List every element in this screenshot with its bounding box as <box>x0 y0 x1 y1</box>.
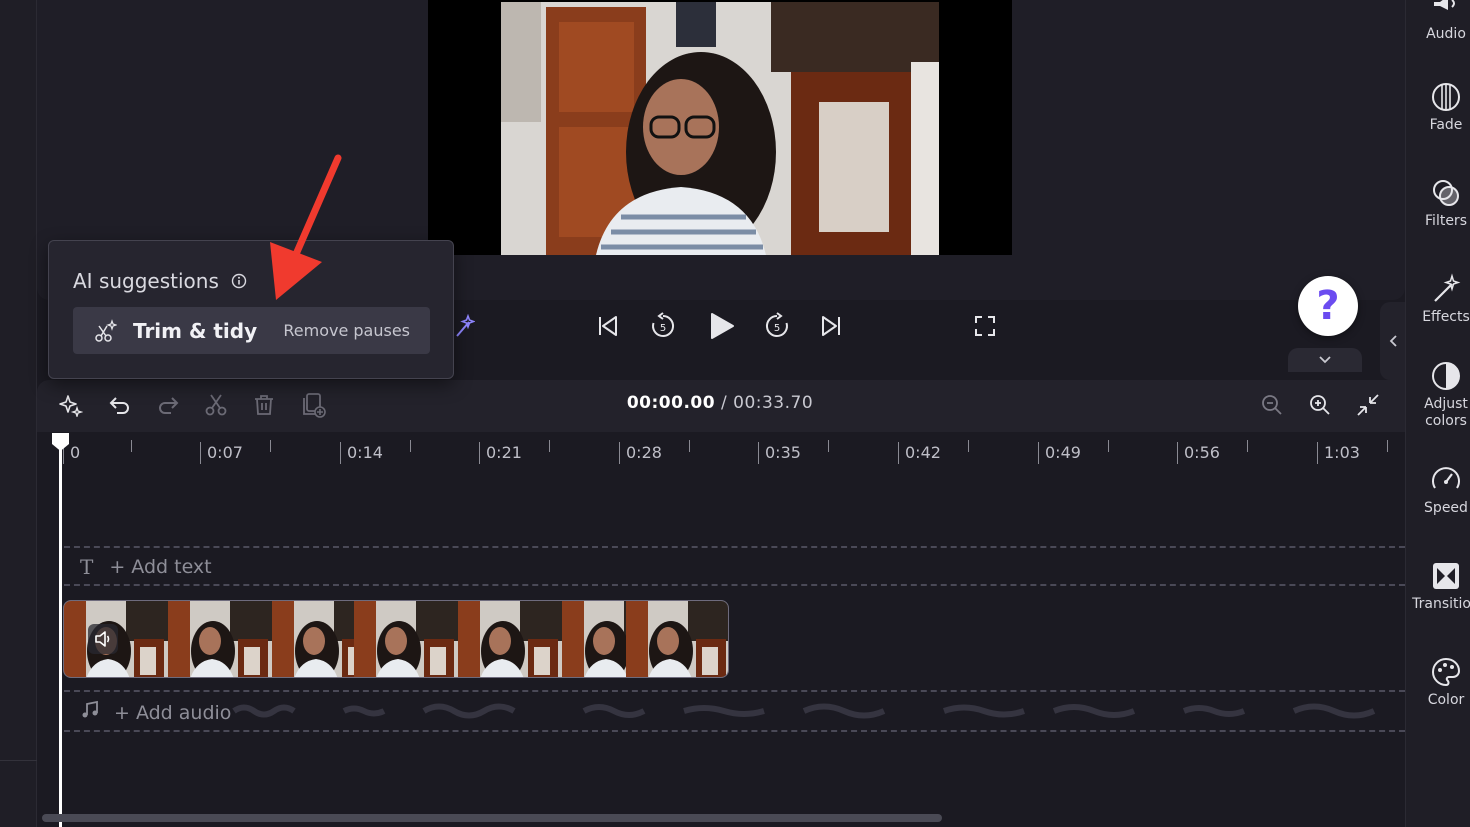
playhead[interactable] <box>59 434 62 827</box>
rewind-icon: 5 <box>652 312 675 337</box>
info-icon[interactable] <box>231 273 247 289</box>
speaker-icon <box>95 631 110 647</box>
add-audio-label: + Add audio <box>114 701 232 724</box>
transition-icon <box>1433 563 1459 589</box>
skip-to-end-button[interactable] <box>815 310 847 342</box>
collapse-arrows-icon <box>1357 394 1379 416</box>
undo-button[interactable] <box>104 389 136 421</box>
property-panel-toggle[interactable] <box>1380 302 1405 380</box>
fit-timeline-button[interactable] <box>1352 389 1384 421</box>
fullscreen-icon <box>975 316 995 336</box>
time-separator: / <box>715 393 734 413</box>
panel-audio[interactable]: Audio <box>1406 0 1470 43</box>
rewind-5-button[interactable]: 5 <box>647 310 679 342</box>
video-preview[interactable] <box>428 0 1012 255</box>
panel-color[interactable]: Color <box>1406 656 1470 709</box>
timeline-horizontal-scrollbar[interactable] <box>42 814 942 822</box>
add-text-label: + Add text <box>109 556 212 578</box>
panel-effects[interactable]: Effects <box>1406 273 1470 326</box>
delete-button[interactable] <box>248 389 280 421</box>
trim-and-tidy-label: Trim & tidy <box>133 318 258 343</box>
skip-to-start-button[interactable] <box>592 310 624 342</box>
ruler-label: 0:56 <box>1177 442 1220 464</box>
timecode-display: 00:00.00 / 00:33.70 <box>560 393 880 413</box>
ruler-label: 0:49 <box>1038 442 1081 464</box>
svg-text:5: 5 <box>660 323 666 334</box>
panel-speed[interactable]: Speed <box>1406 464 1470 517</box>
fullscreen-button[interactable] <box>969 310 1001 342</box>
property-panel: Audio Fade Filters Effects Adjust colors… <box>1405 0 1470 827</box>
question-mark-icon: ? <box>1316 283 1340 329</box>
add-text-button[interactable]: T + Add text <box>80 555 212 579</box>
panel-adjust-colors[interactable]: Adjust colors <box>1406 360 1470 430</box>
zoom-in-icon <box>1310 395 1330 415</box>
video-frame-image <box>501 2 939 255</box>
help-button[interactable]: ? <box>1298 276 1358 336</box>
ai-magic-button[interactable] <box>55 389 87 421</box>
panel-transition[interactable]: Transition <box>1406 560 1470 613</box>
ruler-label: 0:28 <box>619 442 662 464</box>
add-audio-button[interactable]: + Add audio <box>80 700 231 725</box>
clipchamp-editor: 5 5 ? 00:00.00 / 00:33.70 0 0:07 0:14 0:… <box>0 0 1470 827</box>
text-track[interactable] <box>64 546 1405 586</box>
speed-icon <box>1432 467 1460 489</box>
sparkle-scissors-icon <box>95 318 117 342</box>
color-icon <box>1432 657 1461 687</box>
redo-button[interactable] <box>152 389 184 421</box>
zoom-out-icon <box>1262 395 1282 415</box>
redo-icon <box>159 397 179 414</box>
forward-icon: 5 <box>765 312 788 337</box>
audio-waveform-placeholder <box>232 703 1376 719</box>
play-icon <box>711 313 734 339</box>
undo-icon <box>109 397 129 414</box>
ai-suggestions-popup: AI suggestions Trim & tidy Remove pauses <box>48 240 454 379</box>
panel-fade[interactable]: Fade <box>1406 81 1470 134</box>
panel-filters[interactable]: Filters <box>1406 177 1470 230</box>
ai-suggestions-title: AI suggestions <box>73 269 219 293</box>
clip-thumbnails <box>64 601 728 677</box>
ruler-label: 0:42 <box>898 442 941 464</box>
effects-icon <box>1434 273 1461 302</box>
ruler-label: 0:14 <box>340 442 383 464</box>
adjust-colors-icon <box>1432 362 1460 390</box>
music-note-icon <box>80 700 100 725</box>
trim-and-tidy-button[interactable]: Trim & tidy Remove pauses <box>73 307 430 354</box>
play-button[interactable] <box>705 310 737 342</box>
text-icon: T <box>80 555 94 579</box>
scissors-icon <box>205 394 227 416</box>
forward-5-button[interactable]: 5 <box>761 310 793 342</box>
split-button[interactable] <box>200 389 232 421</box>
chevron-down-icon <box>1319 356 1331 364</box>
video-clip[interactable] <box>63 600 729 678</box>
chevron-left-icon <box>1389 335 1397 347</box>
trash-icon <box>255 395 273 415</box>
skip-to-start-icon <box>599 316 617 336</box>
sparkle-icon <box>59 395 83 417</box>
duplicate-button[interactable] <box>298 389 330 421</box>
zoom-out-button[interactable] <box>1256 389 1288 421</box>
filters-icon <box>1433 180 1459 206</box>
skip-to-end-icon <box>822 316 840 336</box>
clip-volume-button[interactable] <box>88 624 118 654</box>
zoom-in-button[interactable] <box>1304 389 1336 421</box>
fade-icon <box>1432 83 1460 111</box>
annotation-arrow <box>270 154 342 300</box>
total-duration: 00:33.70 <box>733 393 814 413</box>
ruler-label: 0:35 <box>758 442 801 464</box>
left-sidebar-strip <box>0 0 37 827</box>
remove-pauses-label: Remove pauses <box>283 321 410 340</box>
ai-suggestions-header: AI suggestions <box>73 269 247 293</box>
duplicate-icon <box>303 393 326 418</box>
ruler-label: 1:03 <box>1317 442 1360 464</box>
playhead-handle[interactable] <box>51 432 70 452</box>
audio-icon <box>1434 0 1455 10</box>
current-time: 00:00.00 <box>626 393 716 413</box>
help-collapse-tab[interactable] <box>1288 348 1362 372</box>
audio-track[interactable] <box>64 690 1405 732</box>
ruler-label: 0:21 <box>479 442 522 464</box>
svg-text:5: 5 <box>774 323 780 334</box>
ruler-label: 0:07 <box>200 442 243 464</box>
